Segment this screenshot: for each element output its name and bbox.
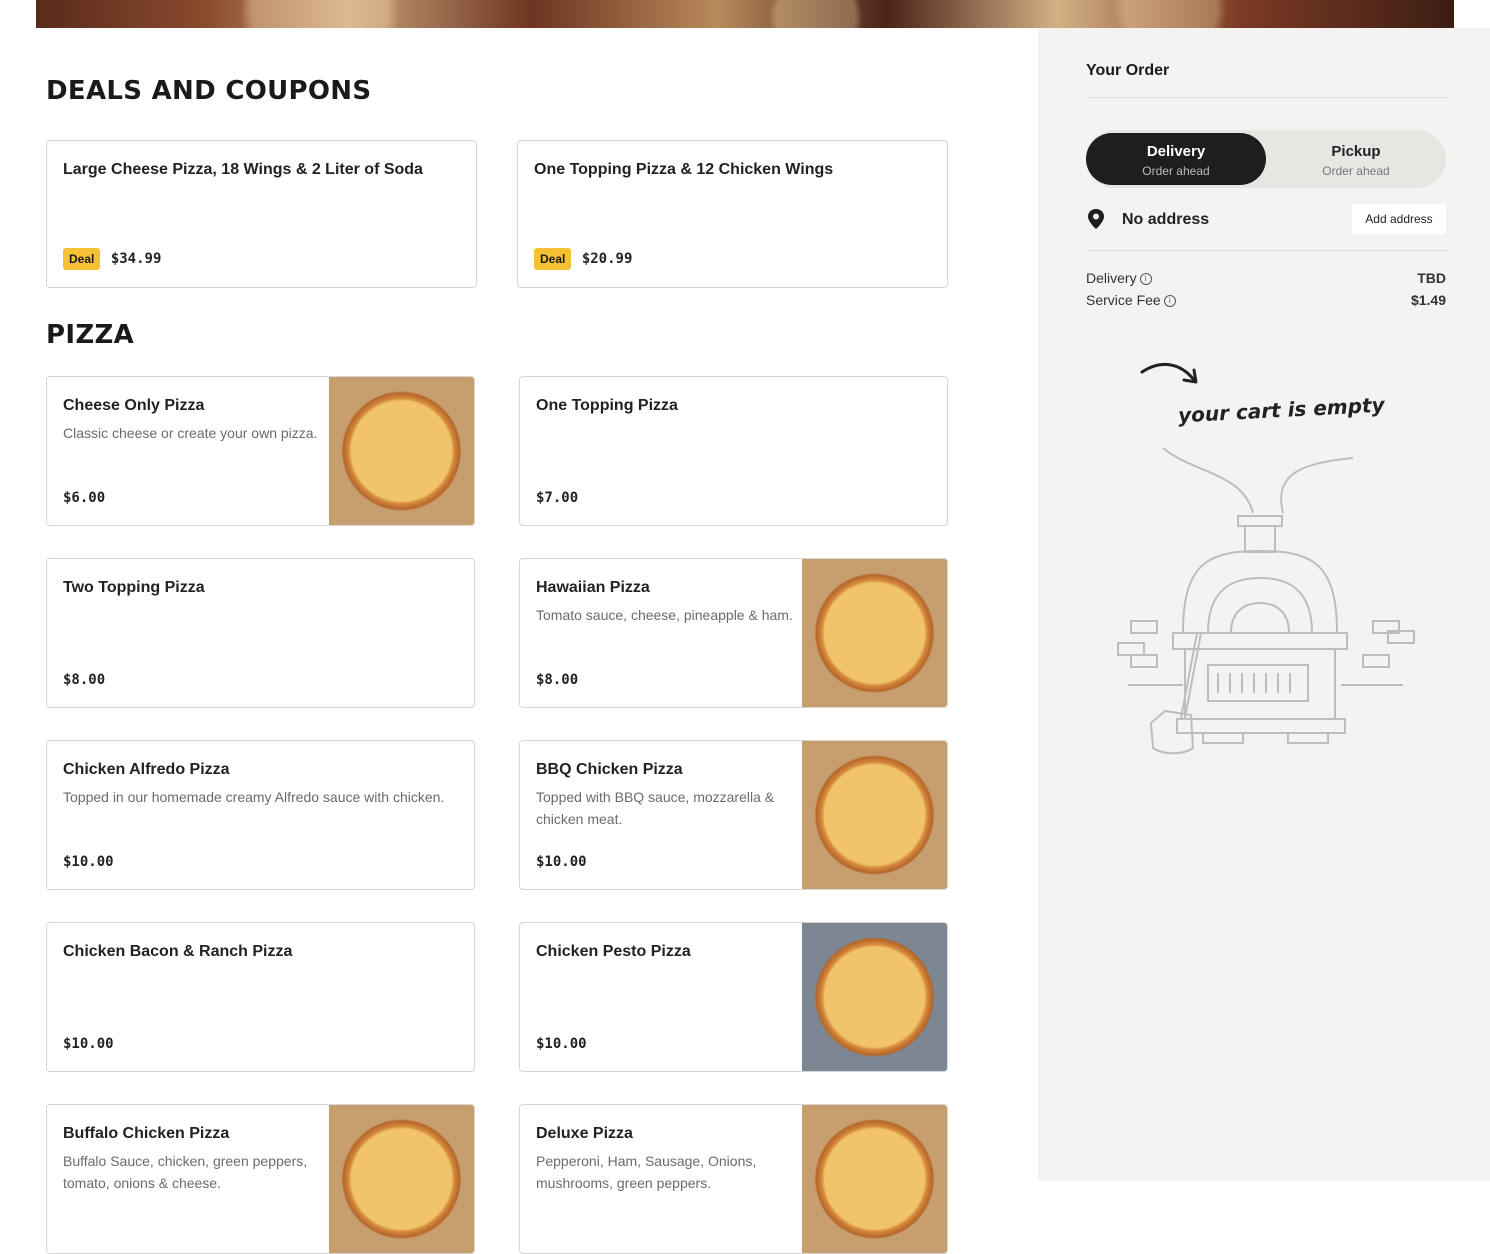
item-image [329,377,474,525]
pickup-label: Pickup [1331,143,1381,160]
order-title: Your Order [1086,62,1170,79]
delivery-option[interactable]: Delivery Order ahead [1086,133,1266,185]
item-name: Buffalo Chicken Pizza [63,1125,230,1142]
item-image [802,741,947,889]
section-title-deals: DEALS AND COUPONS [46,76,372,106]
item-price: $10.00 [536,1036,587,1052]
deal-card[interactable]: One Topping Pizza & 12 Chicken Wings Dea… [517,140,948,288]
delivery-pickup-toggle: Delivery Order ahead Pickup Order ahead [1086,130,1446,188]
item-name: Chicken Pesto Pizza [536,943,691,960]
curved-arrow-icon [1140,362,1198,384]
item-price: $7.00 [536,490,579,506]
item-name: Deluxe Pizza [536,1125,633,1142]
menu-item-card[interactable]: Chicken Bacon & Ranch Pizza $10.00 [46,922,475,1072]
item-image [802,1105,947,1253]
item-name: Chicken Alfredo Pizza [63,761,230,778]
menu-item-card[interactable]: Cheese Only Pizza Classic cheese or crea… [46,376,475,526]
menu-item-card[interactable]: Two Topping Pizza $8.00 [46,558,475,708]
section-title-pizza: PIZZA [46,320,135,350]
delivery-fee-row: Delivery i TBD [1086,270,1446,286]
item-image [802,923,947,1071]
location-pin-icon [1088,209,1104,229]
address-text: No address [1122,211,1210,228]
item-name: BBQ Chicken Pizza [536,761,683,778]
item-name: Chicken Bacon & Ranch Pizza [63,943,293,960]
item-description: Topped with BBQ sauce, mozzarella & chic… [536,789,775,827]
divider [1086,97,1448,98]
hero-banner-image [36,0,1454,28]
item-price: $10.00 [63,854,114,870]
empty-cart-text: your cart is empty [1177,392,1386,428]
fee-value: $1.49 [1410,292,1446,308]
deal-card[interactable]: Large Cheese Pizza, 18 Wings & 2 Liter o… [46,140,477,288]
item-description: Pepperoni, Ham, Sausage, Onions, mushroo… [536,1153,757,1191]
info-icon[interactable]: i [1163,295,1176,308]
menu-item-card[interactable]: Chicken Pesto Pizza $10.00 [519,922,948,1072]
fee-label: Delivery [1086,270,1137,286]
delivery-label: Delivery [1146,143,1206,160]
order-sidebar: Your Order Delivery Order ahead Pickup O… [1038,28,1490,1181]
item-name: Hawaiian Pizza [536,579,650,596]
deal-badge: Deal [534,248,572,270]
item-name: Two Topping Pizza [63,579,205,596]
item-name: Cheese Only Pizza [63,397,205,414]
deal-badge: Deal [63,248,101,270]
fee-label: Service Fee [1086,292,1161,308]
menu-item-card[interactable]: Hawaiian Pizza Tomato sauce, cheese, pin… [519,558,948,708]
menu-item-card[interactable]: BBQ Chicken Pizza Topped with BBQ sauce,… [519,740,948,890]
deal-name: Large Cheese Pizza, 18 Wings & 2 Liter o… [63,161,423,178]
menu-item-card[interactable]: Buffalo Chicken Pizza Buffalo Sauce, chi… [46,1104,475,1254]
item-price: $8.00 [63,672,106,688]
item-name: One Topping Pizza [536,397,678,414]
item-price: $10.00 [536,854,587,870]
divider [1086,250,1448,251]
service-fee-row: Service Fee i $1.49 [1086,292,1446,308]
delivery-sub: Order ahead [1142,164,1210,178]
menu-item-card[interactable]: Chicken Alfredo Pizza Topped in our home… [46,740,475,890]
deal-name: One Topping Pizza & 12 Chicken Wings [534,161,834,178]
fee-value: TBD [1417,270,1446,286]
item-image [802,559,947,707]
pizza-oven-illustration [1117,447,1415,755]
menu-item-card[interactable]: One Topping Pizza $7.00 [519,376,948,526]
item-description: Topped in our homemade creamy Alfredo sa… [63,789,445,805]
item-description: Buffalo Sauce, chicken, green peppers, t… [63,1153,308,1191]
item-image [329,1105,474,1253]
add-address-button[interactable]: Add address [1352,204,1446,234]
deal-price: $20.99 [581,251,633,268]
info-icon[interactable]: i [1139,273,1152,286]
pickup-sub: Order ahead [1322,164,1390,178]
menu-item-card[interactable]: Deluxe Pizza Pepperoni, Ham, Sausage, On… [519,1104,948,1254]
deal-price: $34.99 [110,251,162,268]
item-description: Tomato sauce, cheese, pineapple & ham. [536,607,793,623]
item-price: $8.00 [536,672,579,688]
pickup-option[interactable]: Pickup Order ahead [1266,133,1446,185]
item-description: Classic cheese or create your own pizza. [63,425,318,441]
item-price: $10.00 [63,1036,114,1052]
item-price: $6.00 [63,490,106,506]
